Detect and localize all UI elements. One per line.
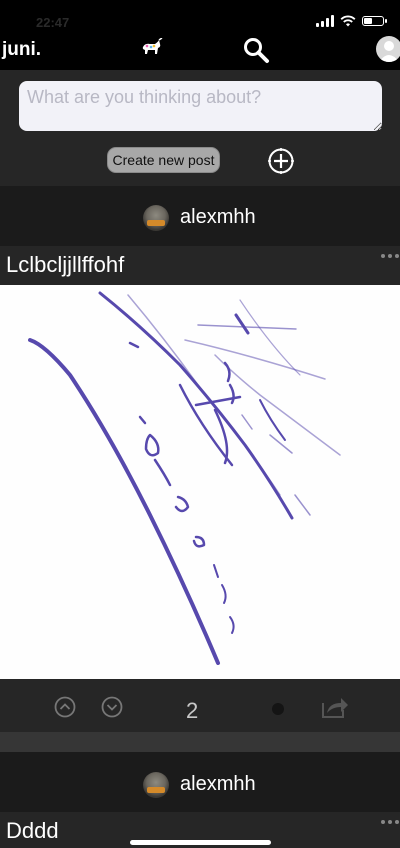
status-dot-icon	[272, 703, 284, 715]
post-image	[0, 285, 400, 679]
post-card: alexmhh Lclbcljjllffohf 2	[0, 186, 400, 732]
post-actions: 2	[0, 679, 400, 732]
author-avatar[interactable]	[143, 205, 169, 231]
unicorn-mascot-icon[interactable]	[139, 38, 163, 60]
battery-icon	[362, 16, 387, 26]
more-options-icon[interactable]	[381, 254, 399, 258]
user-silhouette-icon	[379, 41, 399, 62]
thought-input[interactable]	[19, 81, 382, 131]
author-name[interactable]: alexmhh	[180, 773, 256, 796]
post-header: alexmhh	[0, 186, 400, 246]
post-title: Dddd	[6, 818, 59, 843]
cellular-signal-icon	[316, 15, 334, 27]
profile-avatar[interactable]	[376, 36, 400, 62]
status-bar: 22:47	[0, 0, 400, 30]
home-indicator[interactable]	[130, 840, 271, 845]
brand-logo[interactable]: juni.	[2, 39, 41, 61]
share-icon[interactable]	[321, 695, 349, 719]
top-nav: juni.	[0, 28, 400, 70]
downvote-icon[interactable]	[101, 696, 123, 718]
author-avatar[interactable]	[143, 772, 169, 798]
create-post-button[interactable]: Create new post	[107, 147, 220, 173]
search-icon[interactable]	[242, 36, 270, 64]
wifi-icon	[340, 15, 356, 27]
upvote-icon[interactable]	[54, 696, 76, 718]
author-name[interactable]: alexmhh	[180, 206, 256, 229]
post-header: alexmhh	[0, 752, 400, 812]
handwritten-drawing	[28, 291, 341, 665]
post-separator	[0, 732, 400, 752]
more-options-icon[interactable]	[381, 820, 399, 824]
post-composer: Create new post	[0, 70, 400, 186]
add-circle-icon[interactable]	[267, 147, 295, 175]
post-title-row: Lclbcljjllffohf	[0, 246, 400, 285]
status-indicators	[316, 15, 387, 27]
post-card: alexmhh Dddd	[0, 752, 400, 848]
vote-count: 2	[186, 698, 199, 723]
post-title: Lclbcljjllffohf	[6, 252, 125, 277]
